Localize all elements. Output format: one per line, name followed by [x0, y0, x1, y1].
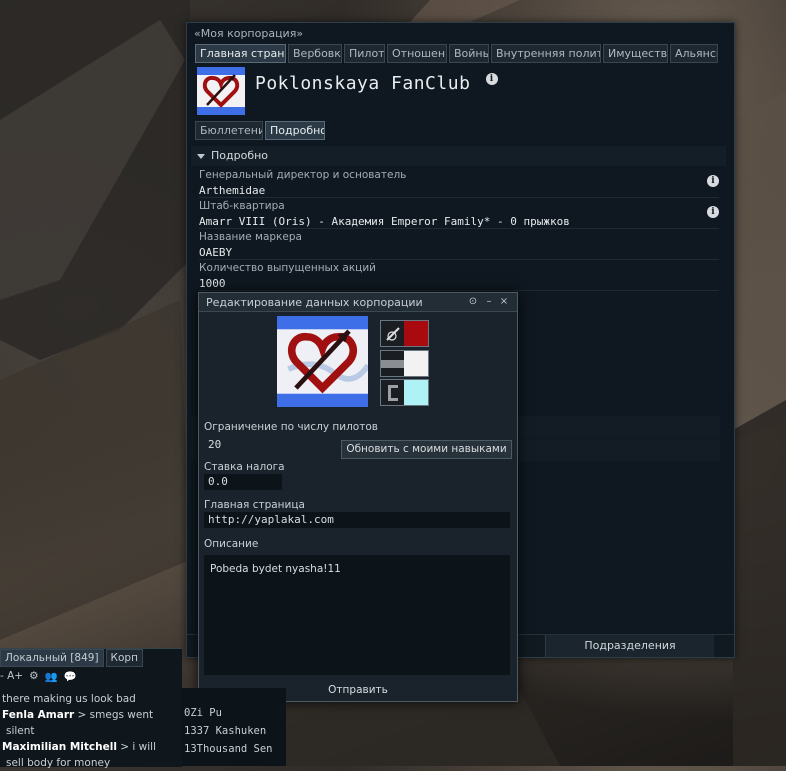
members-icon[interactable]: 👥 [45, 670, 58, 683]
logo-layer-3-swatch[interactable] [380, 379, 429, 406]
description-label: Описание [204, 538, 259, 550]
edit-corp-dialog: Редактирование данных корпорации ⊙ – × О… [198, 292, 518, 702]
gear-icon[interactable]: ⚙ [29, 670, 38, 682]
options-icon[interactable]: ⊙ [467, 295, 479, 308]
member-limit-value: 20 [208, 438, 222, 451]
font-size-controls[interactable]: - A+ [0, 670, 23, 682]
section-title: Подробно [211, 149, 269, 162]
details-section-header[interactable]: Подробно [191, 146, 726, 166]
shares-field: Количество выпущенных акций 1000 [199, 260, 719, 291]
minimize-icon[interactable]: – [483, 295, 495, 308]
chat-message: Fenla Amarr > smegs went [2, 709, 154, 721]
member-limit-label: Ограничение по числу пилотов [204, 421, 378, 433]
speech-bubble-icon[interactable]: 💬 [64, 670, 77, 683]
headquarters-label: Штаб-квартира [199, 200, 285, 212]
chat-member-list: 0Zi Pu 1337 Kashuken 13Thousand Sen [182, 688, 286, 766]
headquarters-info-icon[interactable]: i [707, 206, 719, 218]
member-item[interactable]: 13Thousand Sen [184, 741, 273, 757]
tab-local-chat[interactable]: Локальный [849] [0, 649, 104, 667]
window-caption: «Моя корпорация» [194, 27, 304, 40]
homepage-label: Главная страница [204, 499, 305, 511]
headquarters-field: Штаб-квартира Amarr VIII (Oris) - Академ… [199, 198, 719, 229]
chat-tabs: Локальный [849] Корп [0, 649, 143, 667]
tab-politics[interactable]: Внутренняя полити [491, 44, 601, 63]
tab-home[interactable]: Главная страни [195, 44, 286, 63]
logo-layer-1-swatch[interactable] [380, 320, 429, 347]
chat-message: sell body for money [6, 757, 111, 769]
close-icon[interactable]: × [498, 295, 510, 308]
update-with-skills-button[interactable]: Обновить с моими навыками [341, 440, 512, 459]
tax-rate-label: Ставка налога [204, 461, 285, 473]
tab-bulletins[interactable]: Бюллетени [195, 121, 263, 140]
divisions-button[interactable]: Подразделения [545, 635, 714, 657]
corp-name-text: Poklonskaya FanClub [255, 73, 471, 94]
tab-members[interactable]: Пилоты [344, 44, 385, 63]
chat-message: Maximilian Mitchell > i will [2, 741, 157, 753]
corp-name-title: Poklonskaya FanClub i [255, 73, 498, 94]
stripe-shape-icon [381, 351, 404, 376]
bracket-shape-icon [381, 380, 404, 405]
chat-sender[interactable]: Fenla Amarr [2, 709, 74, 721]
tab-recruitment[interactable]: Вербовк [288, 44, 342, 63]
local-chat-window: Локальный [849] Корп - A+ ⚙ 👥 💬 there ma… [0, 648, 182, 769]
chat-message: silent [6, 725, 35, 737]
shares-label: Количество выпущенных акций [199, 262, 376, 274]
ticker-label: Название маркера [199, 231, 302, 243]
dialog-title-bar[interactable]: Редактирование данных корпорации ⊙ – × [199, 293, 517, 312]
ceo-label: Генеральный директор и основатель [199, 169, 407, 181]
ceo-value: Arthemidae [199, 184, 266, 197]
sub-tabs: Бюллетени Подробно [195, 121, 325, 140]
logo-layer-2-swatch[interactable] [380, 350, 429, 377]
member-item[interactable]: 1337 Kashuken [184, 723, 266, 739]
chat-sender[interactable]: Maximilian Mitchell [2, 741, 117, 753]
corp-info-icon[interactable]: i [485, 73, 498, 85]
arrow-shape-icon [381, 321, 404, 346]
ticker-value: OAEBY [199, 246, 233, 259]
tab-assets[interactable]: Имуществ [603, 44, 668, 63]
chevron-down-icon [197, 153, 205, 159]
ceo-info-icon[interactable]: i [707, 175, 719, 187]
main-tabs: Главная страни Вербовк Пилоты Отношени В… [195, 44, 718, 63]
chat-toolbar: - A+ ⚙ 👥 💬 [0, 669, 77, 683]
shares-value: 1000 [199, 277, 226, 290]
tax-rate-input[interactable]: 0.0 [204, 474, 282, 490]
ticker-field: Название маркера OAEBY [199, 229, 719, 260]
tab-corp-chat[interactable]: Корп [105, 649, 143, 667]
chat-message: there making us look bad [2, 693, 136, 705]
headquarters-value: Amarr VIII (Oris) - Академия Emperor Fam… [199, 215, 570, 228]
description-textarea[interactable]: Pobeda bydet nyasha!11 [204, 555, 510, 675]
submit-button[interactable]: Отправить [319, 682, 397, 698]
tab-relations[interactable]: Отношени [387, 44, 447, 63]
ceo-field: Генеральный директор и основатель Arthem… [199, 167, 719, 198]
tab-details[interactable]: Подробно [265, 121, 325, 140]
dialog-title: Редактирование данных корпорации [206, 296, 423, 309]
corp-logo [197, 67, 245, 115]
tab-wars[interactable]: Войны [449, 44, 489, 63]
homepage-input[interactable]: http://yaplakal.com [204, 512, 510, 528]
member-item[interactable]: 0Zi Pu [184, 705, 222, 721]
corp-logo-preview [277, 316, 371, 407]
tab-alliances[interactable]: Альянсы [670, 44, 718, 63]
